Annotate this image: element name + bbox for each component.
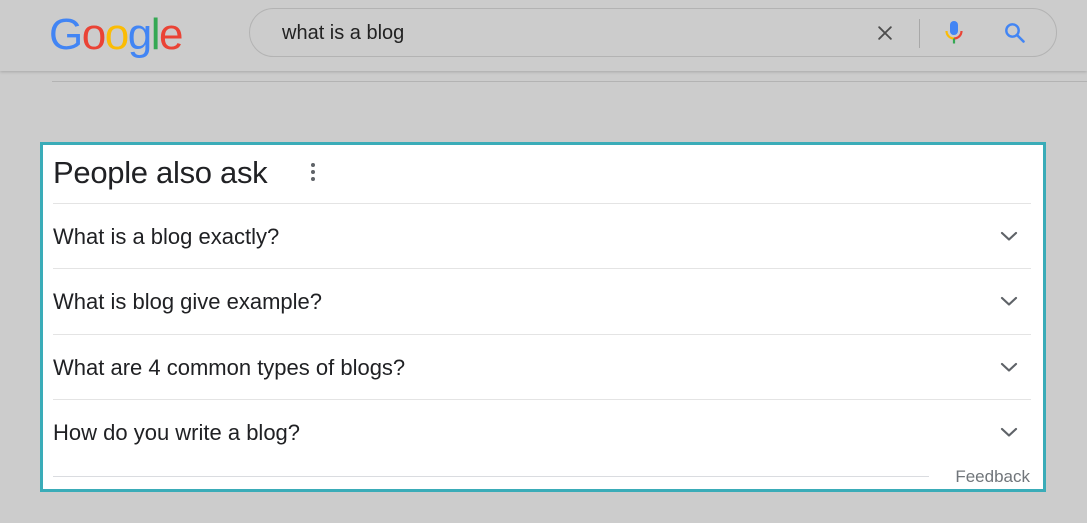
microphone-icon [945, 21, 963, 44]
question-row[interactable]: What are 4 common types of blogs? [53, 334, 1031, 399]
logo-letter-l: l [150, 10, 161, 59]
question-text: What is blog give example? [53, 289, 323, 314]
question-text: What are 4 common types of blogs? [53, 355, 406, 380]
search-header: Google [0, 0, 1087, 71]
search-box-divider [919, 19, 920, 48]
chevron-down-icon [1000, 231, 1018, 241]
logo-letter-e: e [158, 10, 183, 59]
question-row[interactable]: What is blog give example? [53, 268, 1031, 333]
search-box [249, 8, 1057, 57]
feedback-link[interactable]: Feedback [955, 467, 1030, 487]
chevron-down-icon [1000, 362, 1018, 372]
feedback-divider [53, 476, 929, 477]
question-text: How do you write a blog? [53, 420, 301, 445]
question-row[interactable]: What is a blog exactly? [53, 203, 1031, 268]
google-logo[interactable]: Google [49, 9, 183, 61]
question-text: What is a blog exactly? [53, 224, 280, 249]
logo-letter-o2: o [104, 10, 129, 59]
more-vert-icon[interactable] [301, 157, 325, 187]
question-row[interactable]: How do you write a blog? [53, 399, 1031, 464]
clear-search-button[interactable] [870, 18, 900, 48]
close-icon [878, 26, 892, 40]
results-divider [52, 81, 1087, 82]
logo-letter-g2: g [127, 10, 152, 59]
people-also-ask-box: People also ask What is a blog exactly? … [40, 142, 1046, 492]
search-submit-button[interactable] [1000, 18, 1030, 48]
logo-letter-o1: o [81, 10, 106, 59]
search-icon [1005, 23, 1025, 43]
voice-search-button[interactable] [939, 18, 969, 48]
chevron-down-icon [1000, 296, 1018, 306]
people-also-ask-title: People also ask [53, 155, 268, 190]
logo-letter-g: G [49, 10, 83, 59]
chevron-down-icon [1000, 427, 1018, 437]
search-input[interactable] [282, 20, 842, 46]
